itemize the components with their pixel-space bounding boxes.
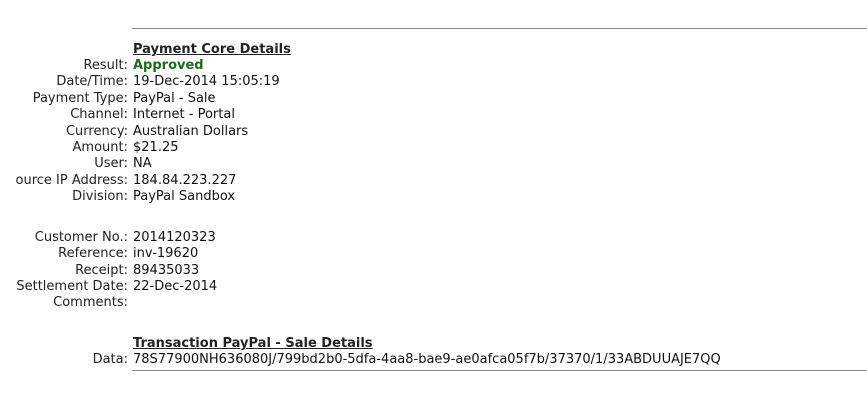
transaction-details-title: Transaction PayPal - Sale Details: [133, 336, 373, 351]
currency-row: Currency: Australian Dollars: [0, 124, 867, 140]
payment-type-value: PayPal - Sale: [133, 91, 216, 106]
settlement-date-label: Settlement Date:: [16, 279, 128, 294]
datetime-row: Date/Time: 19-Dec-2014 15:05:19: [0, 74, 867, 90]
currency-value: Australian Dollars: [133, 124, 249, 139]
transaction-data-label: Data:: [92, 352, 128, 367]
currency-label: Currency:: [65, 124, 128, 139]
transaction-data-value: 78S77900NH636080J/799bd2b0-5dfa-4aa8-bae…: [133, 352, 721, 367]
channel-row: Channel: Internet - Portal: [0, 107, 867, 123]
settlement-date-value: 22-Dec-2014: [133, 279, 218, 294]
user-label: User:: [94, 156, 128, 171]
reference-label: Reference:: [58, 246, 128, 261]
receipt-row: Receipt: 89435033: [0, 263, 867, 279]
source-ip-row: ource IP Address: 184.84.223.227: [0, 173, 867, 189]
payment-core-details-title: Payment Core Details: [133, 42, 291, 57]
user-row: User: NA: [0, 156, 867, 172]
result-value: Approved: [133, 58, 204, 73]
source-ip-label: ource IP Address:: [15, 173, 129, 188]
customer-no-value: 2014120323: [133, 230, 216, 245]
reference-value: inv-19620: [133, 246, 199, 261]
settlement-date-row: Settlement Date: 22-Dec-2014: [0, 279, 867, 295]
result-label: Result:: [83, 58, 128, 73]
division-row: Division: PayPal Sandbox: [0, 189, 867, 205]
bottom-divider: [132, 370, 867, 371]
customer-no-label: Customer No.:: [34, 230, 128, 245]
source-ip-value: 184.84.223.227: [133, 173, 237, 188]
comments-row: Comments:: [0, 295, 867, 311]
channel-label: Channel:: [70, 107, 128, 122]
transaction-data-row: Data: 78S77900NH636080J/799bd2b0-5dfa-4a…: [0, 352, 867, 368]
datetime-label: Date/Time:: [56, 74, 128, 89]
receipt-label: Receipt:: [75, 263, 128, 278]
division-value: PayPal Sandbox: [133, 189, 236, 204]
reference-row: Reference: inv-19620: [0, 246, 867, 262]
datetime-value: 19-Dec-2014 15:05:19: [133, 74, 280, 89]
user-value: NA: [133, 156, 152, 171]
comments-label: Comments:: [53, 295, 128, 310]
customer-no-row: Customer No.: 2014120323: [0, 230, 867, 246]
payment-type-label: Payment Type:: [32, 91, 128, 106]
amount-value: $21.25: [133, 140, 179, 155]
amount-row: Amount: $21.25: [0, 140, 867, 156]
result-row: Result: Approved: [0, 58, 867, 74]
channel-value: Internet - Portal: [133, 107, 235, 122]
receipt-value: 89435033: [133, 263, 200, 278]
payment-type-row: Payment Type: PayPal - Sale: [0, 91, 867, 107]
division-label: Division:: [72, 189, 128, 204]
amount-label: Amount:: [72, 140, 128, 155]
top-divider: [132, 28, 867, 29]
